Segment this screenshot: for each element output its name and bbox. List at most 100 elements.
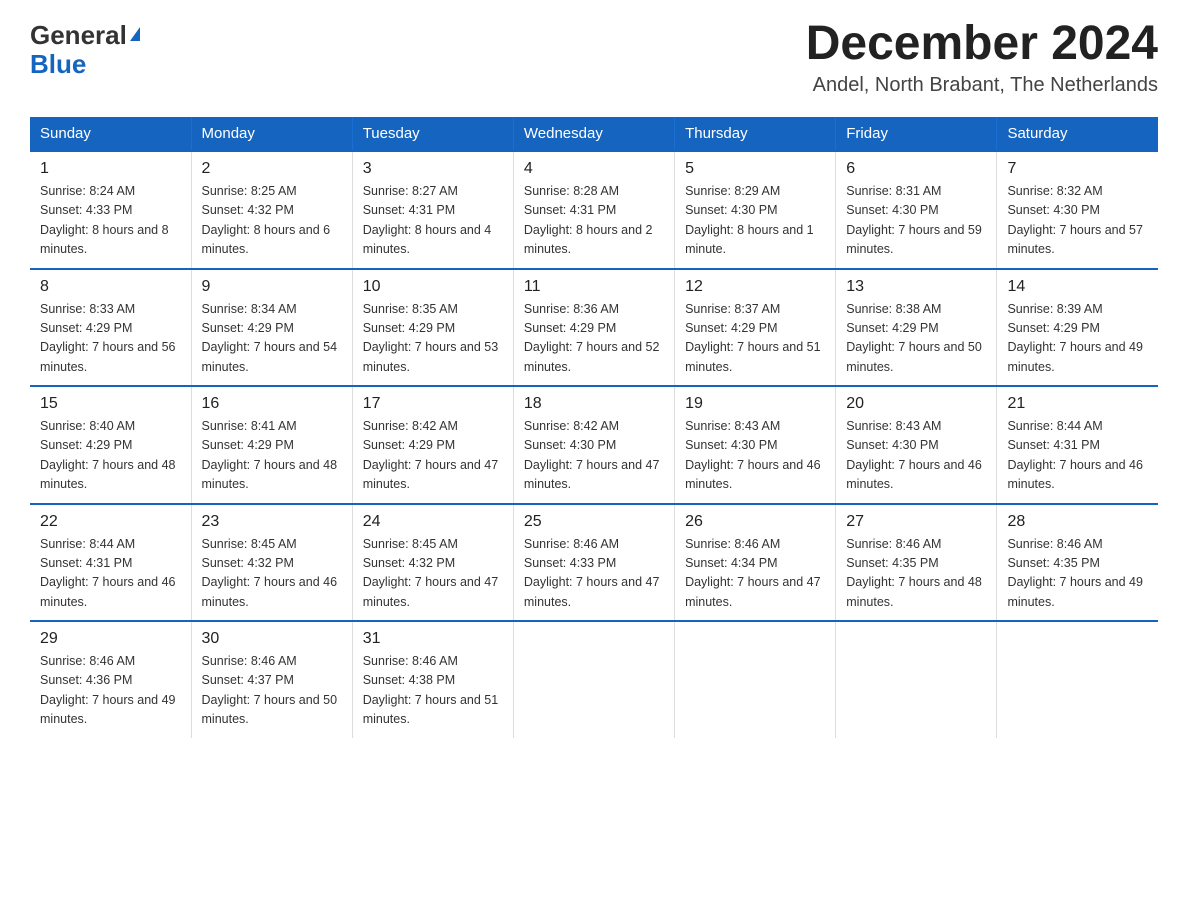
day-info: Sunrise: 8:42 AM Sunset: 4:30 PM Dayligh… [524, 417, 664, 495]
calendar-week-1: 1 Sunrise: 8:24 AM Sunset: 4:33 PM Dayli… [30, 151, 1158, 269]
calendar-cell: 27 Sunrise: 8:46 AM Sunset: 4:35 PM Dayl… [836, 504, 997, 622]
day-number: 13 [846, 278, 986, 296]
calendar-cell: 13 Sunrise: 8:38 AM Sunset: 4:29 PM Dayl… [836, 269, 997, 387]
logo: General Blue [30, 20, 140, 80]
day-number: 28 [1007, 513, 1148, 531]
day-info: Sunrise: 8:46 AM Sunset: 4:35 PM Dayligh… [846, 535, 986, 613]
calendar-cell: 8 Sunrise: 8:33 AM Sunset: 4:29 PM Dayli… [30, 269, 191, 387]
day-info: Sunrise: 8:32 AM Sunset: 4:30 PM Dayligh… [1007, 182, 1148, 260]
calendar-table: SundayMondayTuesdayWednesdayThursdayFrid… [30, 117, 1158, 738]
day-info: Sunrise: 8:25 AM Sunset: 4:32 PM Dayligh… [202, 182, 342, 260]
calendar-cell: 5 Sunrise: 8:29 AM Sunset: 4:30 PM Dayli… [675, 151, 836, 269]
day-info: Sunrise: 8:35 AM Sunset: 4:29 PM Dayligh… [363, 300, 503, 378]
calendar-cell: 19 Sunrise: 8:43 AM Sunset: 4:30 PM Dayl… [675, 386, 836, 504]
day-info: Sunrise: 8:44 AM Sunset: 4:31 PM Dayligh… [1007, 417, 1148, 495]
calendar-cell: 21 Sunrise: 8:44 AM Sunset: 4:31 PM Dayl… [997, 386, 1158, 504]
weekday-header-saturday: Saturday [997, 117, 1158, 151]
day-info: Sunrise: 8:45 AM Sunset: 4:32 PM Dayligh… [363, 535, 503, 613]
calendar-cell [836, 621, 997, 738]
calendar-cell: 30 Sunrise: 8:46 AM Sunset: 4:37 PM Dayl… [191, 621, 352, 738]
calendar-cell: 7 Sunrise: 8:32 AM Sunset: 4:30 PM Dayli… [997, 151, 1158, 269]
calendar-cell: 22 Sunrise: 8:44 AM Sunset: 4:31 PM Dayl… [30, 504, 191, 622]
day-info: Sunrise: 8:46 AM Sunset: 4:35 PM Dayligh… [1007, 535, 1148, 613]
day-info: Sunrise: 8:33 AM Sunset: 4:29 PM Dayligh… [40, 300, 181, 378]
day-number: 18 [524, 395, 664, 413]
day-number: 17 [363, 395, 503, 413]
calendar-cell: 28 Sunrise: 8:46 AM Sunset: 4:35 PM Dayl… [997, 504, 1158, 622]
day-number: 8 [40, 278, 181, 296]
day-number: 23 [202, 513, 342, 531]
day-info: Sunrise: 8:41 AM Sunset: 4:29 PM Dayligh… [202, 417, 342, 495]
day-number: 7 [1007, 160, 1148, 178]
day-info: Sunrise: 8:44 AM Sunset: 4:31 PM Dayligh… [40, 535, 181, 613]
day-number: 12 [685, 278, 825, 296]
calendar-cell: 17 Sunrise: 8:42 AM Sunset: 4:29 PM Dayl… [352, 386, 513, 504]
calendar-cell: 18 Sunrise: 8:42 AM Sunset: 4:30 PM Dayl… [513, 386, 674, 504]
day-number: 21 [1007, 395, 1148, 413]
calendar-cell: 1 Sunrise: 8:24 AM Sunset: 4:33 PM Dayli… [30, 151, 191, 269]
weekday-header-wednesday: Wednesday [513, 117, 674, 151]
day-number: 25 [524, 513, 664, 531]
calendar-cell: 31 Sunrise: 8:46 AM Sunset: 4:38 PM Dayl… [352, 621, 513, 738]
weekday-header-friday: Friday [836, 117, 997, 151]
calendar-cell: 23 Sunrise: 8:45 AM Sunset: 4:32 PM Dayl… [191, 504, 352, 622]
weekday-header-thursday: Thursday [675, 117, 836, 151]
weekday-header-monday: Monday [191, 117, 352, 151]
day-info: Sunrise: 8:42 AM Sunset: 4:29 PM Dayligh… [363, 417, 503, 495]
day-number: 20 [846, 395, 986, 413]
logo-general: General [30, 20, 127, 51]
logo-triangle-icon [130, 27, 140, 41]
day-number: 27 [846, 513, 986, 531]
month-title: December 2024 [806, 20, 1158, 68]
day-number: 15 [40, 395, 181, 413]
calendar-cell: 6 Sunrise: 8:31 AM Sunset: 4:30 PM Dayli… [836, 151, 997, 269]
day-info: Sunrise: 8:46 AM Sunset: 4:37 PM Dayligh… [202, 652, 342, 730]
calendar-cell: 2 Sunrise: 8:25 AM Sunset: 4:32 PM Dayli… [191, 151, 352, 269]
weekday-header-tuesday: Tuesday [352, 117, 513, 151]
day-info: Sunrise: 8:37 AM Sunset: 4:29 PM Dayligh… [685, 300, 825, 378]
calendar-week-4: 22 Sunrise: 8:44 AM Sunset: 4:31 PM Dayl… [30, 504, 1158, 622]
page-header: General Blue December 2024 Andel, North … [30, 20, 1158, 97]
day-number: 31 [363, 630, 503, 648]
calendar-cell [997, 621, 1158, 738]
calendar-week-3: 15 Sunrise: 8:40 AM Sunset: 4:29 PM Dayl… [30, 386, 1158, 504]
calendar-cell: 29 Sunrise: 8:46 AM Sunset: 4:36 PM Dayl… [30, 621, 191, 738]
day-number: 4 [524, 160, 664, 178]
day-info: Sunrise: 8:29 AM Sunset: 4:30 PM Dayligh… [685, 182, 825, 260]
day-number: 30 [202, 630, 342, 648]
day-number: 9 [202, 278, 342, 296]
calendar-cell: 10 Sunrise: 8:35 AM Sunset: 4:29 PM Dayl… [352, 269, 513, 387]
day-number: 1 [40, 160, 181, 178]
calendar-cell: 4 Sunrise: 8:28 AM Sunset: 4:31 PM Dayli… [513, 151, 674, 269]
day-info: Sunrise: 8:46 AM Sunset: 4:36 PM Dayligh… [40, 652, 181, 730]
calendar-cell: 16 Sunrise: 8:41 AM Sunset: 4:29 PM Dayl… [191, 386, 352, 504]
calendar-cell [513, 621, 674, 738]
day-info: Sunrise: 8:31 AM Sunset: 4:30 PM Dayligh… [846, 182, 986, 260]
day-number: 24 [363, 513, 503, 531]
calendar-header-row: SundayMondayTuesdayWednesdayThursdayFrid… [30, 117, 1158, 151]
day-number: 29 [40, 630, 181, 648]
day-info: Sunrise: 8:34 AM Sunset: 4:29 PM Dayligh… [202, 300, 342, 378]
day-number: 6 [846, 160, 986, 178]
day-number: 19 [685, 395, 825, 413]
calendar-cell: 24 Sunrise: 8:45 AM Sunset: 4:32 PM Dayl… [352, 504, 513, 622]
day-number: 10 [363, 278, 503, 296]
calendar-cell: 11 Sunrise: 8:36 AM Sunset: 4:29 PM Dayl… [513, 269, 674, 387]
logo-blue-text: Blue [30, 49, 86, 80]
calendar-cell: 25 Sunrise: 8:46 AM Sunset: 4:33 PM Dayl… [513, 504, 674, 622]
day-info: Sunrise: 8:46 AM Sunset: 4:33 PM Dayligh… [524, 535, 664, 613]
calendar-week-2: 8 Sunrise: 8:33 AM Sunset: 4:29 PM Dayli… [30, 269, 1158, 387]
location-subtitle: Andel, North Brabant, The Netherlands [806, 74, 1158, 97]
day-info: Sunrise: 8:36 AM Sunset: 4:29 PM Dayligh… [524, 300, 664, 378]
day-info: Sunrise: 8:38 AM Sunset: 4:29 PM Dayligh… [846, 300, 986, 378]
day-number: 11 [524, 278, 664, 296]
day-number: 26 [685, 513, 825, 531]
day-info: Sunrise: 8:43 AM Sunset: 4:30 PM Dayligh… [846, 417, 986, 495]
day-info: Sunrise: 8:40 AM Sunset: 4:29 PM Dayligh… [40, 417, 181, 495]
day-number: 16 [202, 395, 342, 413]
title-area: December 2024 Andel, North Brabant, The … [806, 20, 1158, 97]
calendar-cell: 15 Sunrise: 8:40 AM Sunset: 4:29 PM Dayl… [30, 386, 191, 504]
weekday-header-sunday: Sunday [30, 117, 191, 151]
day-number: 2 [202, 160, 342, 178]
day-info: Sunrise: 8:27 AM Sunset: 4:31 PM Dayligh… [363, 182, 503, 260]
